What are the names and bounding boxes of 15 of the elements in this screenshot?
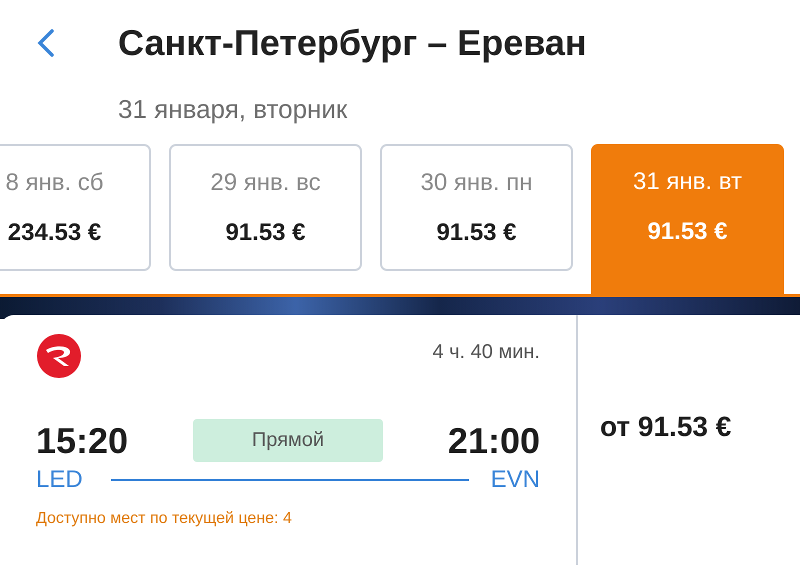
departure-time: 15:20 xyxy=(36,420,128,462)
date-tab[interactable]: 29 янв. вс 91.53 € xyxy=(169,144,362,271)
direct-flight-badge: Прямой xyxy=(193,419,383,462)
route-title: Санкт-Петербург – Ереван xyxy=(118,22,587,64)
airline-logo-icon xyxy=(36,333,82,379)
date-tab[interactable]: 30 янв. пн 91.53 € xyxy=(380,144,573,271)
back-icon[interactable] xyxy=(36,28,56,58)
date-subtitle: 31 января, вторник xyxy=(118,94,348,124)
flight-price: от 91.53 € xyxy=(600,411,732,442)
arrival-airport: EVN xyxy=(490,466,540,494)
departure-airport: LED xyxy=(36,466,83,494)
date-tab[interactable]: 8 янв. сб 234.53 € xyxy=(0,144,151,271)
seats-note: Доступно мест по текущей цене: 4 xyxy=(36,510,293,528)
arrival-time: 21:00 xyxy=(448,420,540,462)
flight-duration: 4 ч. 40 мин. xyxy=(432,341,540,364)
